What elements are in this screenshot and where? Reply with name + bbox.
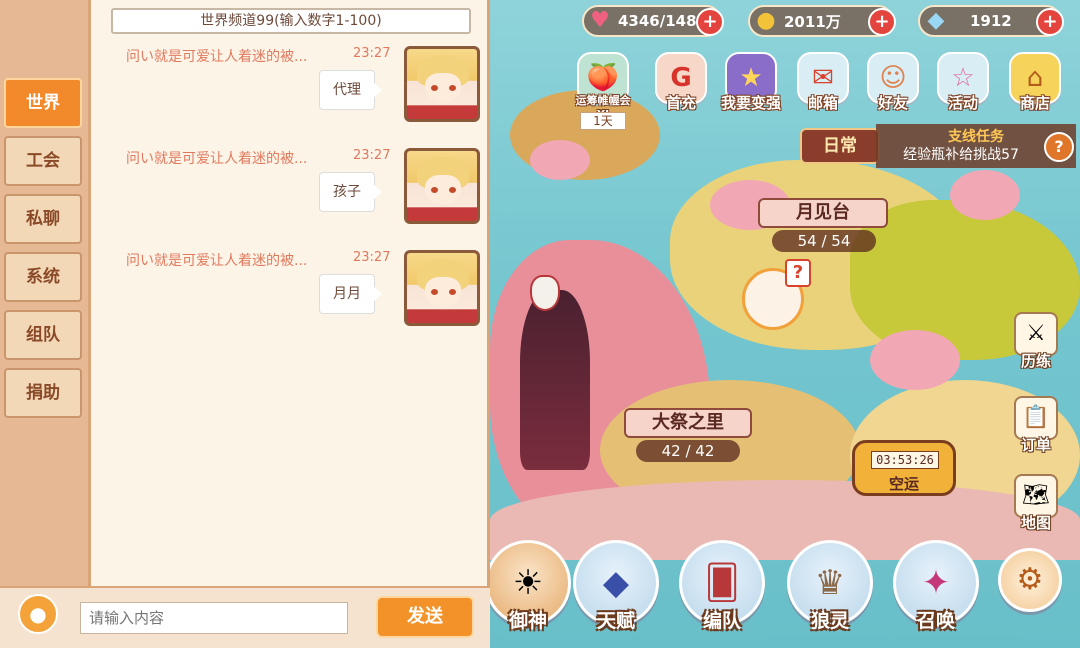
message-sender[interactable]: 问い就是可爱让人着迷的被... xyxy=(126,148,356,168)
mail-button[interactable]: ✉ 邮箱 xyxy=(792,52,854,114)
player-avatar-marker[interactable]: ? xyxy=(742,259,811,330)
message-sender[interactable]: 问い就是可爱让人着迷的被... xyxy=(126,46,356,66)
activity-button[interactable]: ☆ 活动 xyxy=(932,52,994,114)
chat-message: 问い就是可爱让人着迷的被... 23:27 代理 xyxy=(91,46,493,136)
message-bubble: 代理 xyxy=(319,70,382,110)
airship-label: 空运 xyxy=(888,475,919,493)
map-button[interactable]: 🗺 地图 xyxy=(1005,474,1067,536)
talent-label: 天赋 xyxy=(596,610,635,632)
add-gold-button[interactable]: + xyxy=(868,8,896,36)
event-button[interactable]: 🍑 运筹帷幄会XI 1天 xyxy=(572,52,634,130)
stamina-display: ♥ 4346/148 + xyxy=(582,5,724,37)
gold-value: 2011万 xyxy=(784,12,841,31)
talent-button[interactable]: ◆ 天赋 xyxy=(566,540,666,640)
message-time: 23:27 xyxy=(353,250,391,265)
quest-alert-icon: ? xyxy=(785,259,811,287)
training-button[interactable]: ⚔ 历练 xyxy=(1005,312,1067,374)
tab-private[interactable]: 私聊 xyxy=(4,194,82,244)
sender-avatar[interactable] xyxy=(404,46,480,122)
message-time: 23:27 xyxy=(353,148,391,163)
message-time: 23:27 xyxy=(353,46,391,61)
first-recharge-label: 首充 xyxy=(665,94,696,112)
location-daisai[interactable]: 大祭之里 xyxy=(624,408,752,438)
coin-icon: ● xyxy=(756,8,776,33)
event-duration: 1天 xyxy=(580,112,626,130)
airship-timer: 03:53:26 xyxy=(871,451,939,469)
message-bubble: 月月 xyxy=(319,274,382,314)
mail-label: 邮箱 xyxy=(807,94,838,112)
avatar-eye xyxy=(449,187,456,193)
tab-guild[interactable]: 工会 xyxy=(4,136,82,186)
stamina-value: 4346/148 xyxy=(618,12,697,30)
side-quest-desc: 经验瓶补给挑战57 xyxy=(903,147,1019,163)
wolf-spirit-button[interactable]: ♛ 狼灵 xyxy=(780,540,880,640)
shop-label: 商店 xyxy=(1019,94,1050,112)
location-tsukimi[interactable]: 月见台 xyxy=(758,198,888,228)
dark-tree xyxy=(520,290,590,470)
settings-icon: ⚙ xyxy=(998,548,1062,612)
sender-avatar[interactable] xyxy=(404,148,480,224)
team-button[interactable]: 🂠 编队 xyxy=(672,540,772,640)
tab-donate[interactable]: 捐助 xyxy=(4,368,82,418)
message-sender[interactable]: 问い就是可爱让人着迷的被... xyxy=(126,250,356,270)
channel-title[interactable]: 世界频道99(输入数字1-100) xyxy=(111,8,471,34)
avatar-eye xyxy=(449,85,456,91)
help-button[interactable]: ? xyxy=(1044,132,1074,162)
send-button[interactable]: 发送 xyxy=(376,596,474,638)
crystal-value: 1912 xyxy=(970,12,1012,30)
summon-button[interactable]: ✦ 召唤 xyxy=(886,540,986,640)
side-quest-box[interactable]: 支线任务 经验瓶补给挑战57 ? xyxy=(876,124,1076,168)
chat-panel: 世界频道99(输入数字1-100) 问い就是可爱让人着迷的被... 23:27 … xyxy=(88,0,490,586)
chat-input-bar: ● 发送 xyxy=(0,586,490,648)
power-up-label: 我要变强 xyxy=(720,94,781,112)
message-bubble: 孩子 xyxy=(319,172,382,212)
shop-button[interactable]: ⌂ 商店 xyxy=(1004,52,1066,114)
daily-quest-panel[interactable]: 日常 支线任务 经验瓶补给挑战57 ? xyxy=(790,124,1080,168)
order-label: 订单 xyxy=(1020,436,1051,454)
wolf-spirit-label: 狼灵 xyxy=(810,610,849,632)
airship-station[interactable]: 03:53:26 空运 xyxy=(852,440,956,496)
avatar-eye xyxy=(431,187,438,193)
location-tsukimi-count: 54 / 54 xyxy=(772,230,876,252)
tab-system[interactable]: 系统 xyxy=(4,252,82,302)
avatar-eye xyxy=(449,289,456,295)
gold-display: ● 2011万 + xyxy=(748,5,896,37)
order-button[interactable]: 📋 订单 xyxy=(1005,396,1067,458)
add-crystal-button[interactable]: + xyxy=(1036,8,1064,36)
settings-button[interactable]: ⚙ xyxy=(990,548,1070,648)
sakura-tree xyxy=(870,330,960,390)
first-recharge-button[interactable]: G 首充 xyxy=(650,52,712,114)
sender-avatar[interactable] xyxy=(404,250,480,326)
training-label: 历练 xyxy=(1020,352,1051,370)
tab-team[interactable]: 组队 xyxy=(4,310,82,360)
location-daisai-count: 42 / 42 xyxy=(636,440,740,462)
map-label: 地图 xyxy=(1020,514,1051,532)
power-up-button[interactable]: ★ 我要变强 xyxy=(720,52,782,114)
summon-label: 召唤 xyxy=(916,610,955,632)
avatar-eye xyxy=(431,289,438,295)
chat-message: 问い就是可爱让人着迷的被... 23:27 月月 xyxy=(91,250,493,340)
team-label: 编队 xyxy=(702,610,741,632)
sakura-tree xyxy=(530,140,590,180)
crystal-icon: ◆ xyxy=(927,8,945,33)
daily-tag[interactable]: 日常 xyxy=(800,128,880,164)
god-label: 御神 xyxy=(508,610,547,632)
god-button[interactable]: ☀ 御神 xyxy=(478,540,578,640)
microphone-icon[interactable]: ● xyxy=(18,594,58,634)
friends-button[interactable]: ☺ 好友 xyxy=(862,52,924,114)
chat-input[interactable] xyxy=(80,602,348,634)
fox-mask xyxy=(530,275,560,311)
tab-world[interactable]: 世界 xyxy=(4,78,82,128)
chat-sidebar: 世界 工会 私聊 系统 组队 捐助 xyxy=(0,0,88,586)
chat-message: 问い就是可爱让人着迷的被... 23:27 孩子 xyxy=(91,148,493,238)
crystal-display: ◆ 1912 + xyxy=(918,5,1064,37)
sakura-tree xyxy=(950,170,1020,220)
avatar-eye xyxy=(431,85,438,91)
add-stamina-button[interactable]: + xyxy=(696,8,724,36)
activity-label: 活动 xyxy=(947,94,978,112)
heart-icon: ♥ xyxy=(590,8,610,33)
friends-label: 好友 xyxy=(877,94,908,112)
